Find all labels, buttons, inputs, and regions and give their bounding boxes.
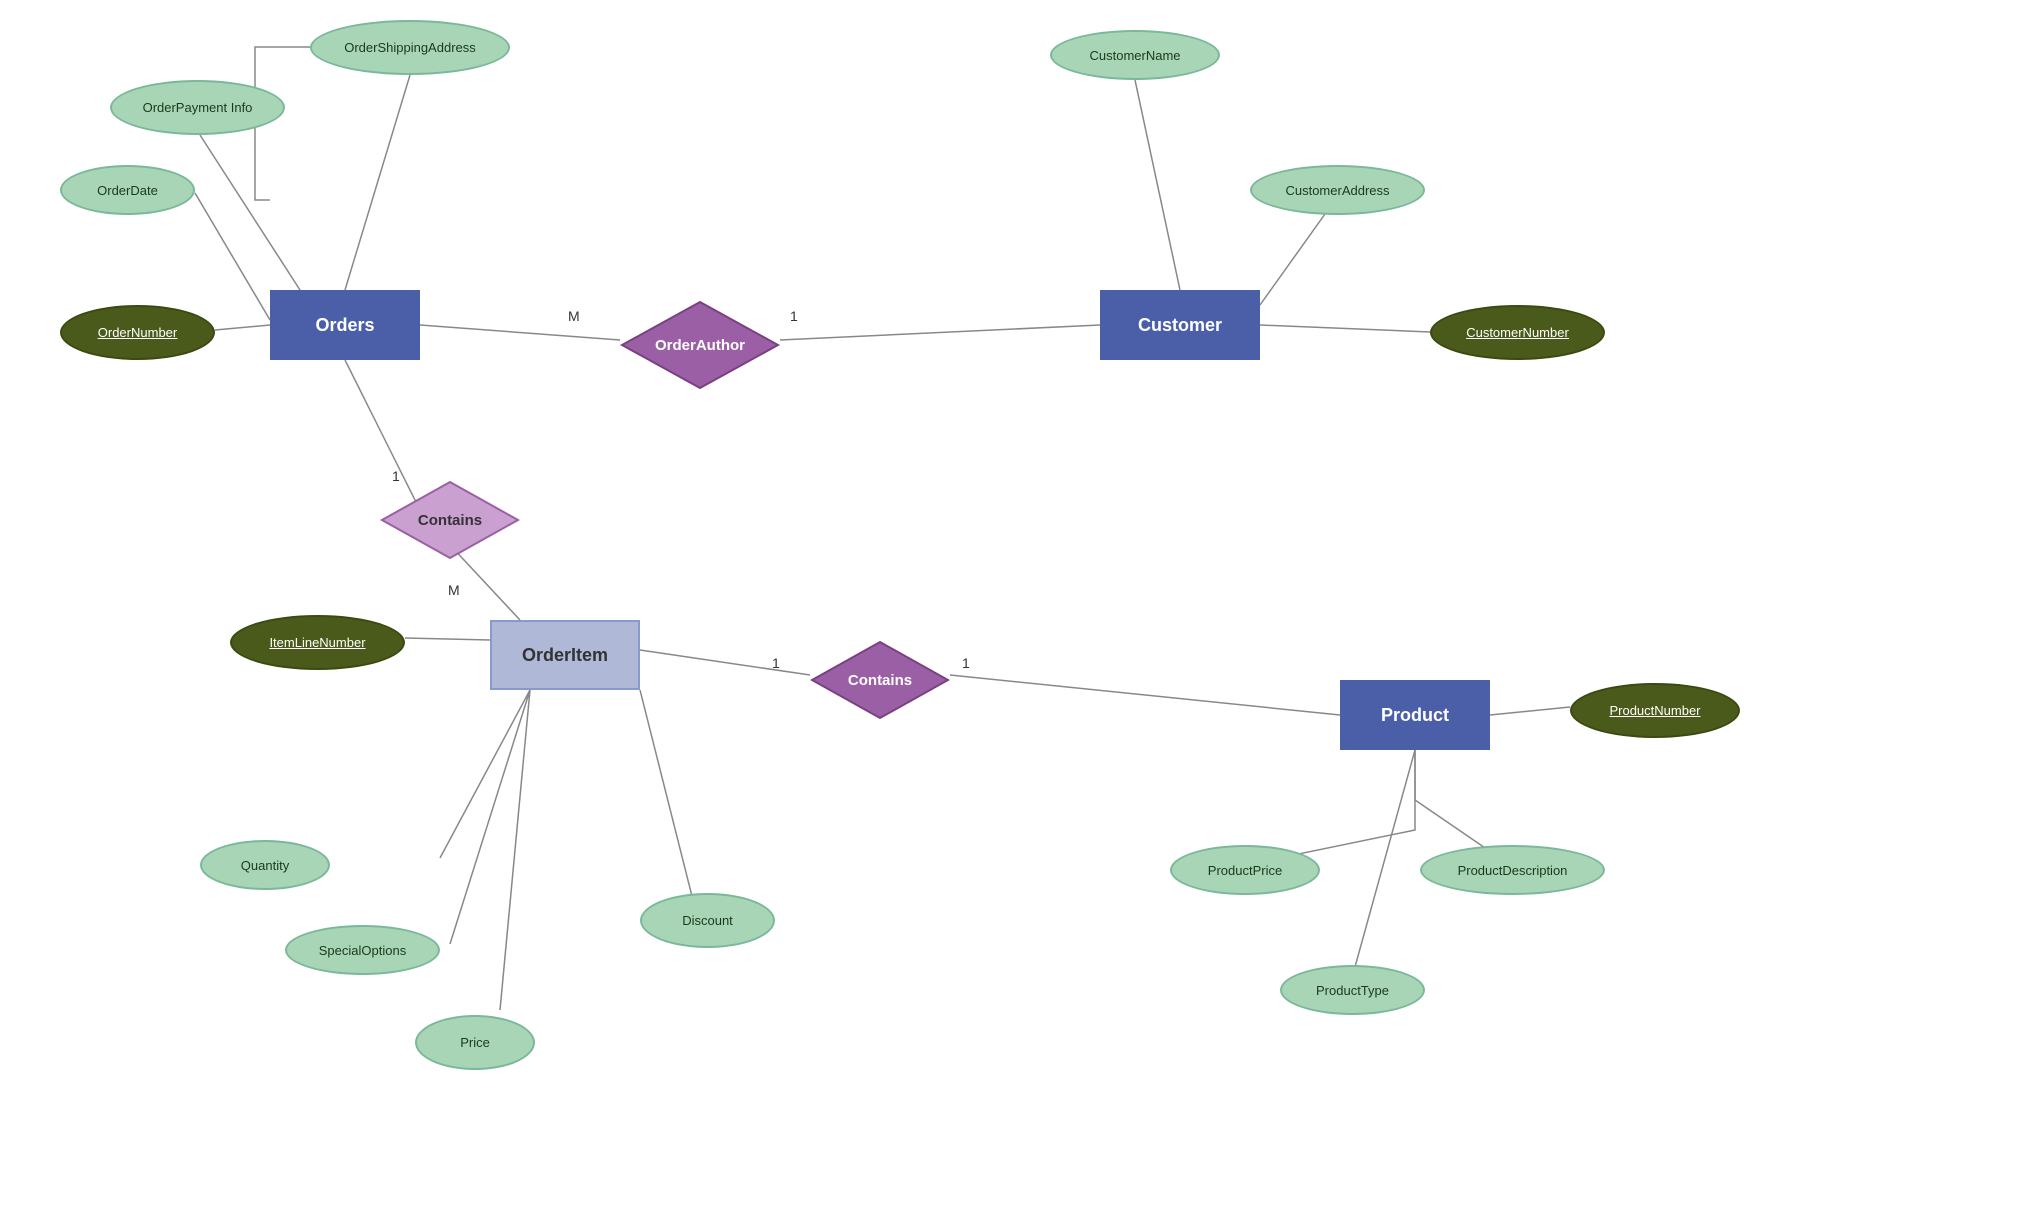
cardinality-1-3: 1 [772, 655, 780, 671]
attribute-productprice[interactable]: ProductPrice [1170, 845, 1320, 895]
entity-product[interactable]: Product [1340, 680, 1490, 750]
er-diagram: Orders Customer OrderItem Product OrderA… [0, 0, 2036, 1216]
attribute-orderdate[interactable]: OrderDate [60, 165, 195, 215]
cardinality-1-4: 1 [962, 655, 970, 671]
attribute-productdescription[interactable]: ProductDescription [1420, 845, 1605, 895]
attribute-specialoptions[interactable]: SpecialOptions [285, 925, 440, 975]
attribute-ordershippingaddress[interactable]: OrderShippingAddress [310, 20, 510, 75]
relationship-contains2[interactable]: Contains [810, 640, 950, 720]
attribute-customername[interactable]: CustomerName [1050, 30, 1220, 80]
attribute-quantity[interactable]: Quantity [200, 840, 330, 890]
attribute-orderpaymentinfo[interactable]: OrderPayment Info [110, 80, 285, 135]
cardinality-m2: M [448, 582, 460, 598]
attribute-producttype[interactable]: ProductType [1280, 965, 1425, 1015]
attribute-ordernumber[interactable]: OrderNumber [60, 305, 215, 360]
connection-lines [0, 0, 2036, 1216]
entity-orderitem[interactable]: OrderItem [490, 620, 640, 690]
attribute-customeraddress[interactable]: CustomerAddress [1250, 165, 1425, 215]
attribute-price[interactable]: Price [415, 1015, 535, 1070]
relationship-contains1[interactable]: Contains [380, 480, 520, 560]
cardinality-1-2: 1 [392, 468, 400, 484]
entity-orders[interactable]: Orders [270, 290, 420, 360]
attribute-productnumber[interactable]: ProductNumber [1570, 683, 1740, 738]
relationship-orderauthor[interactable]: OrderAuthor [620, 300, 780, 390]
attribute-discount[interactable]: Discount [640, 893, 775, 948]
attribute-itemlinenumber[interactable]: ItemLineNumber [230, 615, 405, 670]
attribute-customernumber[interactable]: CustomerNumber [1430, 305, 1605, 360]
cardinality-m1: M [568, 308, 580, 324]
entity-customer[interactable]: Customer [1100, 290, 1260, 360]
cardinality-1-1: 1 [790, 308, 798, 324]
